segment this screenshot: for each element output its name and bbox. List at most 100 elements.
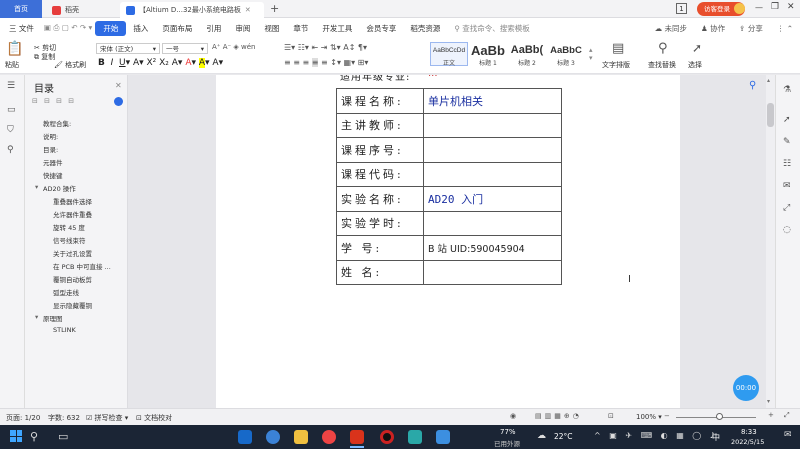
avatar[interactable] bbox=[734, 3, 745, 14]
pointer-icon[interactable]: ➚ bbox=[783, 115, 791, 125]
menu-references[interactable]: 引用 bbox=[199, 23, 228, 34]
search-icon[interactable]: ⚲ bbox=[30, 430, 38, 443]
filter-icon[interactable]: ⚗ bbox=[783, 85, 791, 95]
tab-docer[interactable]: 稻壳 bbox=[46, 2, 116, 18]
menu-start[interactable]: 开始 bbox=[95, 20, 127, 36]
row-value[interactable]: B 站 UID:590045904 bbox=[423, 235, 562, 261]
toc-options-icon[interactable] bbox=[114, 97, 123, 106]
record-icon[interactable] bbox=[380, 430, 394, 444]
taskbar-app-icon[interactable] bbox=[408, 430, 422, 444]
tray-icons[interactable]: ^ ▣ ✈ ⌨ ◐ ▦ ◯ ♪ bbox=[594, 431, 718, 440]
zoom-level[interactable]: 100% ▾ bbox=[636, 413, 662, 421]
toc-item[interactable]: 在 PCB 中可直接 ... bbox=[53, 261, 111, 271]
menu-member[interactable]: 会员专享 bbox=[359, 23, 403, 34]
row-value[interactable] bbox=[423, 112, 562, 138]
fit-window-icon[interactable]: ⤢ bbox=[784, 411, 790, 420]
zoom-out-icon[interactable]: − bbox=[664, 412, 670, 420]
window-badge[interactable]: 1 bbox=[676, 3, 687, 14]
select-button[interactable]: 选择 bbox=[688, 60, 702, 70]
text-layout-icon[interactable]: ▤ bbox=[612, 41, 624, 56]
view-mode-icons[interactable]: ▤▥▦⊕◔ bbox=[535, 412, 582, 420]
wps-icon[interactable] bbox=[350, 430, 364, 444]
more-menu-icon[interactable]: ⋮ ⌃ bbox=[770, 24, 800, 33]
spell-check-button[interactable]: ☑ 拼写检查 ▾ bbox=[86, 413, 128, 423]
cursor-icon[interactable]: ➚ bbox=[692, 41, 702, 55]
styles-scroll-icon[interactable]: ▴ ▾ bbox=[589, 46, 593, 62]
toc-item[interactable]: STLINK bbox=[53, 326, 76, 334]
format-painter-button[interactable]: 🖌 格式刷 bbox=[54, 60, 86, 70]
toc-item[interactable]: 信号线束符 bbox=[53, 235, 86, 245]
style-heading-1[interactable]: AaBb 标题 1 bbox=[469, 42, 507, 67]
font-name-select[interactable]: 宋体 (正文) ▾ bbox=[96, 43, 160, 54]
zoom-slider-thumb[interactable] bbox=[716, 413, 723, 420]
find-replace-button[interactable]: 查找替换 bbox=[648, 60, 676, 70]
tab-close-icon[interactable]: ✕ bbox=[245, 6, 251, 14]
web-layout-icon[interactable]: ⊡ bbox=[608, 412, 614, 420]
style-normal[interactable]: AaBbCcDd 正文 bbox=[430, 42, 468, 67]
toc-item[interactable]: 重叠器件选择 bbox=[53, 196, 92, 206]
menu-insert[interactable]: 插入 bbox=[126, 23, 155, 34]
toc-item[interactable]: 允许器件重叠 bbox=[53, 209, 92, 219]
search-panel-icon[interactable]: ⚲ bbox=[7, 145, 14, 155]
chevron-down-icon[interactable]: ▾ bbox=[35, 183, 38, 191]
proofread-button[interactable]: ⊡ 文档校对 bbox=[136, 413, 172, 423]
menu-review[interactable]: 审阅 bbox=[228, 23, 257, 34]
task-view-icon[interactable]: ▭ bbox=[58, 430, 68, 443]
taskbar-app-icon[interactable] bbox=[266, 430, 280, 444]
row-value[interactable]: AD20 入门 bbox=[423, 186, 562, 212]
toc-item[interactable]: AD20 操作 bbox=[43, 183, 76, 193]
taskbar-app-icon[interactable] bbox=[238, 430, 252, 444]
paste-icon[interactable]: 📋 bbox=[6, 41, 23, 57]
menu-page-layout[interactable]: 页面布局 bbox=[155, 23, 199, 34]
edit-icon[interactable]: ✎ bbox=[783, 137, 791, 147]
paragraph-align-icons[interactable]: ≡ ≡ ≡ ≡ ≡ ↕▾ ▦▾ ⊞▾ bbox=[284, 58, 368, 67]
paragraph-list-icons[interactable]: ☰▾ ☷▾ ⇤ ⇥ ⇅▾ A↕ ¶▾ bbox=[284, 43, 367, 52]
pages-panel-icon[interactable]: ▭ bbox=[7, 105, 16, 115]
sync-status[interactable]: ☁ 未同步 bbox=[648, 23, 694, 34]
menu-view[interactable]: 视图 bbox=[257, 23, 286, 34]
scroll-down-icon[interactable]: ▾ bbox=[767, 398, 770, 405]
taskbar-app-icon[interactable] bbox=[436, 430, 450, 444]
row-value[interactable]: 单片机相关 bbox=[423, 88, 562, 114]
zoom-in-icon[interactable]: + bbox=[768, 411, 774, 419]
taskbar-app-icon[interactable] bbox=[322, 430, 336, 444]
paste-button[interactable]: 粘贴 bbox=[5, 60, 19, 70]
vertical-scrollbar[interactable]: ▴ ▾ bbox=[766, 75, 775, 408]
toc-item[interactable]: 元器件 bbox=[43, 157, 63, 167]
resize-icon[interactable]: ⤢ bbox=[783, 203, 790, 213]
toc-item[interactable]: 目录: bbox=[43, 144, 58, 154]
toc-item[interactable]: 关于过孔设置 bbox=[53, 248, 92, 258]
note-icon[interactable]: ✉ bbox=[783, 181, 791, 191]
toc-panel-icon[interactable]: ☰ bbox=[7, 81, 15, 91]
eye-icon[interactable]: ◉ bbox=[510, 412, 516, 420]
menu-section[interactable]: 章节 bbox=[286, 23, 315, 34]
share-panel-icon[interactable]: ◌ bbox=[783, 225, 791, 235]
font-size-select[interactable]: 一号 ▾ bbox=[162, 43, 208, 54]
scroll-up-icon[interactable]: ▴ bbox=[767, 77, 770, 84]
tab-document[interactable]: 【Altium D...32最小系统电路板 ✕ bbox=[120, 2, 264, 18]
notification-icon[interactable]: ✉ bbox=[784, 430, 792, 440]
style-heading-2[interactable]: AaBb(标题 2 bbox=[508, 42, 546, 67]
quick-access-icons[interactable]: ▣ ⎙ ▢ ↶ ↷ ▾ bbox=[41, 23, 95, 33]
text-layout-button[interactable]: 文字排版 bbox=[602, 60, 630, 70]
row-value[interactable] bbox=[423, 161, 562, 187]
search-command[interactable]: ⚲ 查找命令、搜索模板 bbox=[447, 23, 536, 34]
find-icon[interactable]: ⚲ bbox=[658, 41, 668, 56]
folder-icon[interactable] bbox=[294, 430, 308, 444]
toc-item[interactable]: 覆铜自动板剪 bbox=[53, 274, 92, 284]
menu-developer[interactable]: 开发工具 bbox=[315, 23, 359, 34]
toc-item[interactable]: 显示隐藏覆铜 bbox=[53, 300, 92, 310]
toc-item[interactable]: 快捷键 bbox=[43, 170, 63, 180]
font-format-icons[interactable]: B I U▾ A▾ X² X₂ A▾ A▾ A▾ A▾ bbox=[98, 58, 223, 68]
menu-docer-resources[interactable]: 稻壳资源 bbox=[403, 23, 447, 34]
recording-timer-button[interactable]: 00:00 bbox=[733, 375, 759, 401]
chevron-down-icon[interactable]: ▾ bbox=[35, 313, 38, 321]
font-grow-shrink-icons[interactable]: A⁺ A⁻ ◈ wén bbox=[212, 43, 256, 51]
row-value[interactable] bbox=[423, 210, 562, 236]
toc-item[interactable]: 弧型走线 bbox=[53, 287, 79, 297]
new-tab-button[interactable]: + bbox=[270, 2, 279, 15]
close-icon[interactable]: ✕ bbox=[115, 81, 122, 90]
row-value[interactable] bbox=[423, 259, 562, 285]
scroll-thumb[interactable] bbox=[767, 103, 774, 127]
copy-button[interactable]: ⧉ 复制 bbox=[34, 52, 55, 62]
